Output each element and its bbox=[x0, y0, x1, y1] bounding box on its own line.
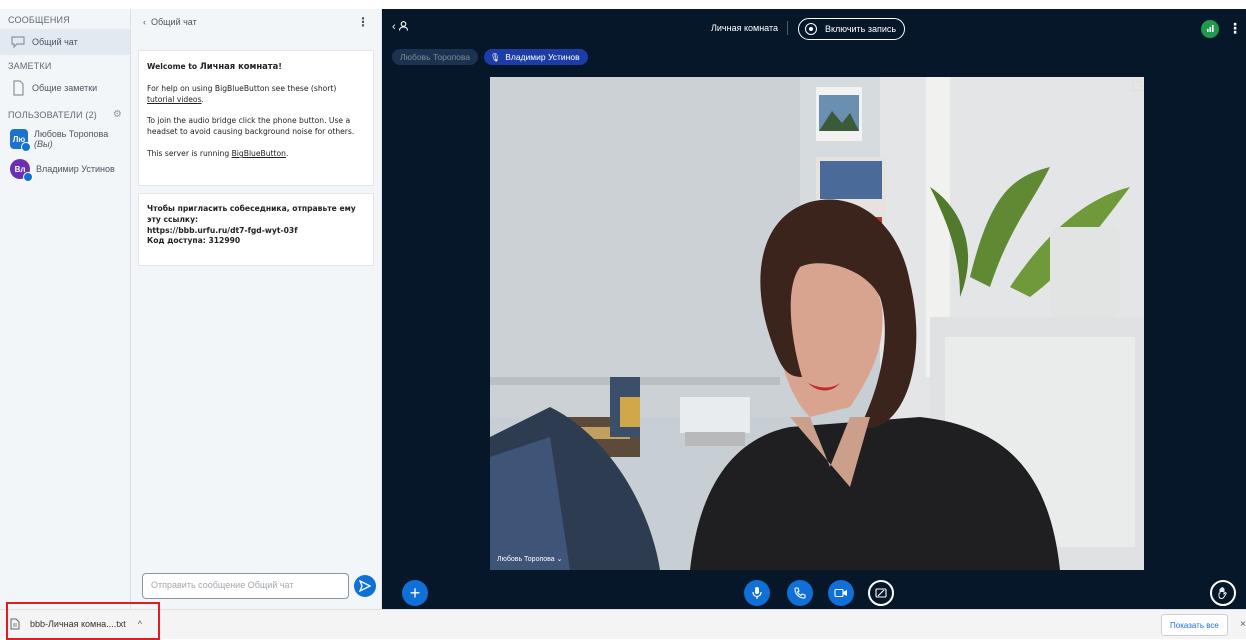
welcome-suffix: ! bbox=[278, 62, 282, 71]
talker-name: Любовь Торопова bbox=[400, 52, 471, 62]
help-line: For help on using BigBlueButton see thes… bbox=[147, 83, 337, 104]
chat-panel: ‹ Общий чат ⋮ Welcome to Личная комната!… bbox=[131, 9, 382, 609]
microphone-icon bbox=[752, 587, 762, 599]
webcam-user-label[interactable]: Любовь Торопова ⌄ bbox=[497, 555, 563, 563]
welcome-line: Welcome to Личная комната! bbox=[147, 61, 365, 73]
bigbluebutton-window: СООБЩЕНИЯ Общий чат ЗАМЕТКИ Общие заметк… bbox=[0, 0, 1246, 640]
more-options-icon[interactable]: ⋮ bbox=[357, 15, 369, 29]
camera-button[interactable] bbox=[828, 580, 854, 606]
plus-icon: + bbox=[409, 582, 421, 603]
mic-status-icon bbox=[21, 142, 32, 152]
chat-title[interactable]: Общий чат bbox=[151, 17, 197, 27]
talker-name: Владимир Устинов bbox=[505, 52, 580, 62]
bigbluebutton-link[interactable]: BigBlueButton bbox=[232, 149, 286, 158]
public-chat-item[interactable]: Общий чат bbox=[0, 29, 130, 55]
webcam-video[interactable] bbox=[490, 77, 1144, 570]
webcam-user-name: Любовь Торопова bbox=[497, 556, 555, 563]
phone-button[interactable] bbox=[787, 580, 813, 606]
access-code-value: 312990 bbox=[208, 236, 241, 246]
send-icon bbox=[359, 580, 371, 592]
audio-help-text: To join the audio bridge click the phone… bbox=[147, 116, 355, 137]
more-options-icon[interactable]: ⋮ bbox=[1228, 20, 1242, 37]
user-item[interactable]: Вл Владимир Устинов bbox=[0, 154, 130, 184]
gear-icon[interactable]: ⚙ bbox=[113, 109, 122, 120]
public-chat-label: Общий чат bbox=[32, 37, 78, 47]
server-line: This server is running BigBlueButton. bbox=[147, 149, 289, 159]
user-name-text: Любовь Торопова bbox=[34, 129, 109, 139]
screen-share-icon bbox=[875, 588, 887, 598]
notes-section-title: ЗАМЕТКИ bbox=[8, 61, 52, 71]
welcome-message: Welcome to Личная комната! For help on u… bbox=[138, 50, 374, 186]
hand-icon bbox=[1218, 587, 1227, 599]
record-button[interactable]: Включить запись bbox=[798, 18, 906, 40]
invite-message: Чтобы пригласить собеседника, отправьте … bbox=[138, 193, 374, 266]
close-icon[interactable]: × bbox=[1240, 619, 1246, 630]
chevron-left-icon[interactable]: ‹ bbox=[143, 17, 146, 27]
user-name: Любовь Торопова (Вы) bbox=[34, 129, 120, 149]
avatar: Вл bbox=[10, 159, 33, 182]
user-list-panel: СООБЩЕНИЯ Общий чат ЗАМЕТКИ Общие заметк… bbox=[0, 9, 131, 609]
camera-icon bbox=[834, 588, 847, 598]
avatar-initials: Вл bbox=[14, 164, 26, 174]
webcam-scene-image bbox=[490, 77, 1144, 570]
media-area: ‹ Личная комната Включить запись ⋮ Любов… bbox=[382, 9, 1246, 609]
server-prefix: This server is running bbox=[147, 149, 232, 159]
show-all-button[interactable]: Показать все bbox=[1161, 614, 1228, 636]
fullscreen-icon[interactable] bbox=[1132, 81, 1142, 91]
highlight-annotation bbox=[6, 602, 160, 640]
chat-bubble-icon bbox=[10, 34, 26, 50]
messages-section-title: СООБЩЕНИЯ bbox=[8, 15, 70, 25]
avatar: Лю bbox=[10, 129, 32, 152]
invite-url[interactable]: https://bbb.urfu.ru/dt7-fgd-wyt-03f bbox=[147, 226, 365, 237]
shared-notes-item[interactable]: Общие заметки bbox=[0, 75, 130, 101]
record-icon bbox=[805, 23, 817, 35]
users-section-title: ПОЛЬЗОВАТЕЛИ (2) ⚙ bbox=[0, 105, 130, 124]
user-name-text: Владимир Устинов bbox=[36, 164, 115, 174]
downloads-bar: bbb-Личная комна....txt ^ Показать все × bbox=[0, 602, 1246, 640]
room-title: Личная комната bbox=[711, 23, 779, 33]
shared-notes-label: Общие заметки bbox=[32, 83, 98, 93]
invite-text: Чтобы пригласить собеседника, отправьте … bbox=[147, 204, 356, 224]
nav-bar: ‹ Личная комната Включить запись ⋮ bbox=[382, 9, 1246, 43]
microphone-icon: 🎙 bbox=[490, 52, 501, 62]
toggle-userlist-icon[interactable]: ‹ bbox=[392, 21, 408, 35]
chat-header: ‹ Общий чат ⋮ bbox=[131, 9, 381, 35]
actions-plus-button[interactable]: + bbox=[402, 580, 428, 606]
notes-icon bbox=[10, 80, 26, 96]
help-text: For help on using BigBlueButton see thes… bbox=[147, 83, 337, 93]
top-strip bbox=[0, 0, 1246, 9]
talker-badge[interactable]: Любовь Торопова bbox=[392, 49, 479, 65]
user-item[interactable]: Лю Любовь Торопова (Вы) bbox=[0, 124, 130, 154]
welcome-room-name: Личная комната bbox=[199, 61, 279, 71]
send-button[interactable] bbox=[354, 575, 376, 597]
access-code-label: Код доступа: bbox=[147, 236, 206, 246]
microphone-button[interactable] bbox=[744, 580, 770, 606]
title-divider bbox=[787, 21, 788, 35]
phone-icon bbox=[794, 587, 806, 599]
screen-share-button[interactable] bbox=[868, 580, 894, 606]
user-you-suffix: (Вы) bbox=[34, 139, 53, 149]
welcome-prefix: Welcome to bbox=[147, 62, 200, 71]
chat-message-input[interactable]: Отправить сообщение Общий чат bbox=[142, 573, 349, 599]
raise-hand-button[interactable] bbox=[1210, 580, 1236, 606]
talker-badge[interactable]: 🎙 Владимир Устинов bbox=[484, 49, 588, 65]
mic-status-icon bbox=[23, 172, 33, 182]
tutorial-link[interactable]: tutorial videos bbox=[147, 95, 202, 104]
users-count-label: ПОЛЬЗОВАТЕЛИ (2) bbox=[8, 109, 97, 120]
record-label: Включить запись bbox=[825, 24, 897, 34]
connection-status-icon[interactable] bbox=[1201, 20, 1219, 38]
talking-indicator: Любовь Торопова 🎙 Владимир Устинов bbox=[392, 49, 588, 65]
access-code-line: Код доступа: 312990 bbox=[147, 236, 365, 247]
